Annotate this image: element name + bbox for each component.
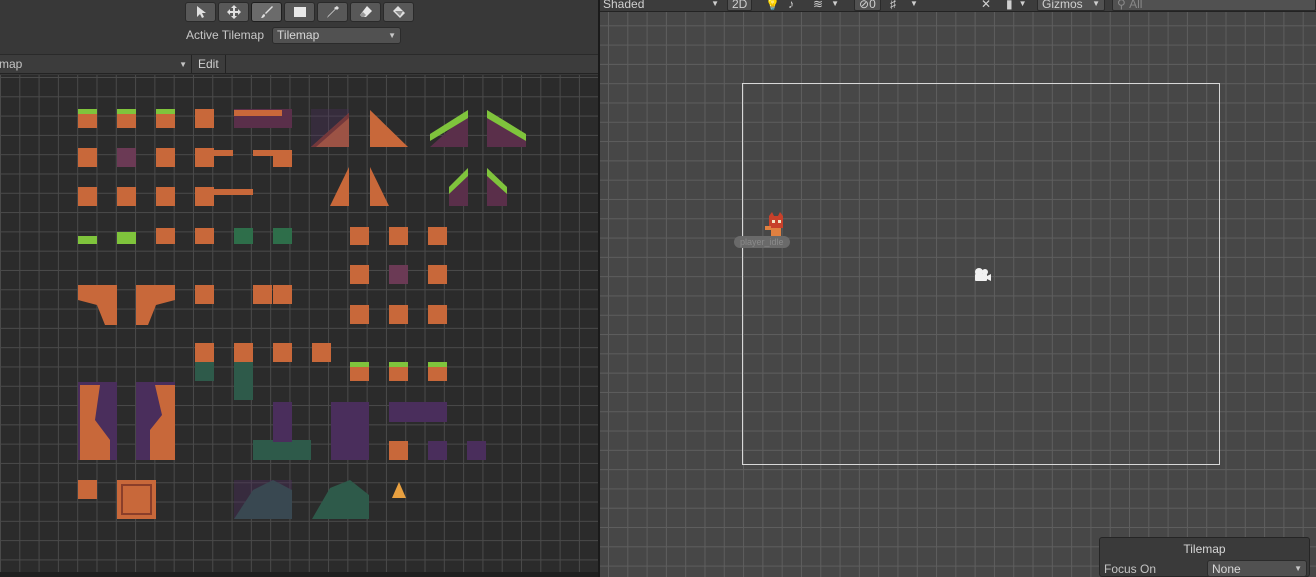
unity-editor: Active Tilemap Tilemap ▼ map ▼ Edit Shad…	[0, 0, 1316, 577]
scene-toolbar: Shaded ▼ 2D 💡 ♪ ≋ ▼ ⊘ 0 ♯ ▼ ✕ ▮ ▼ Gizmos ▼ …	[600, 0, 1316, 12]
palette-name: map	[0, 57, 23, 71]
rect-icon	[293, 7, 306, 17]
audio-toggle[interactable]: ♪	[788, 0, 794, 11]
dirt-tile-group	[78, 148, 507, 206]
chevron-down-icon: ▼	[179, 59, 187, 69]
chevron-down-icon: ▼	[1018, 0, 1027, 8]
tilemap-focus-overlay: Tilemap Focus On None ▼	[1099, 537, 1310, 577]
active-tilemap-row: Active Tilemap Tilemap ▼	[186, 26, 402, 44]
tile-sprites	[78, 109, 526, 519]
toggle-2d-button[interactable]: 2D	[727, 0, 753, 11]
paint-brush-tool-button[interactable]	[251, 2, 282, 22]
focus-on-value: None	[1212, 561, 1241, 576]
fill-tool-button[interactable]	[383, 2, 414, 22]
grid-snap-toggle[interactable]: ♯ ▼	[890, 0, 918, 11]
active-tilemap-label: Active Tilemap	[186, 28, 265, 42]
overlay-title: Tilemap	[1183, 542, 1226, 556]
wrench-icon: ✕	[981, 0, 992, 11]
chevron-down-icon: ▼	[1294, 564, 1302, 573]
move-arrows-icon	[226, 5, 241, 19]
scene-view[interactable]: Shaded ▼ 2D 💡 ♪ ≋ ▼ ⊘ 0 ♯ ▼ ✕ ▮ ▼ Gizmos ▼ …	[600, 0, 1316, 577]
camera-toggle[interactable]: ▮ ▼	[1006, 0, 1027, 11]
tile-palette-panel: Active Tilemap Tilemap ▼ map ▼ Edit	[0, 0, 598, 577]
palette-dropdown[interactable]: map ▼	[0, 55, 192, 73]
active-tilemap-value: Tilemap	[277, 28, 320, 42]
lightbulb-icon: 💡	[765, 0, 780, 11]
layers-icon: ≋	[813, 0, 824, 11]
lighting-toggle[interactable]: 💡	[765, 0, 780, 11]
chevron-down-icon: ▼	[910, 0, 918, 8]
erase-tool-button[interactable]	[350, 2, 381, 22]
chevron-down-icon: ▼	[711, 0, 719, 8]
focus-on-dropdown[interactable]: None ▼	[1207, 560, 1307, 577]
chevron-down-icon: ▼	[831, 0, 839, 8]
eraser-icon	[359, 6, 372, 17]
search-icon: ⚲	[1117, 0, 1126, 11]
effects-toggle[interactable]: ≋ ▼	[813, 0, 839, 11]
picker-tool-button[interactable]	[317, 2, 348, 22]
camera-icon: ▮	[1006, 0, 1013, 11]
search-placeholder: All	[1129, 0, 1143, 11]
bottom-tile-group	[78, 480, 406, 519]
scene-search-input[interactable]: ⚲ All	[1112, 0, 1316, 11]
camera-gizmo[interactable]	[972, 267, 992, 286]
tools-toggle[interactable]: ✕	[981, 0, 991, 11]
cursor-icon	[196, 6, 206, 18]
grass-tile-group	[78, 109, 526, 147]
active-tilemap-dropdown[interactable]: Tilemap ▼	[272, 26, 402, 44]
corner-tile-group	[78, 285, 292, 325]
eyedropper-icon	[326, 6, 339, 18]
palette-toolbar: map ▼ Edit	[0, 54, 598, 74]
box-fill-tool-button[interactable]	[284, 2, 315, 22]
move-tool-button[interactable]	[218, 2, 249, 22]
speaker-icon: ♪	[788, 0, 794, 11]
decor-tile-group	[78, 227, 447, 324]
scene-visibility-toggle[interactable]: ⊘ 0	[854, 0, 881, 11]
shading-mode-dropdown[interactable]: Shaded ▼	[603, 0, 719, 11]
chevron-down-icon: ▼	[1092, 0, 1100, 8]
chevron-down-icon: ▼	[388, 30, 397, 40]
palette-footer	[0, 572, 598, 577]
edit-palette-button[interactable]: Edit	[192, 55, 226, 73]
camera-icon	[975, 268, 991, 281]
tile-palette-grid[interactable]	[0, 75, 598, 572]
grid-icon: ♯	[890, 0, 896, 11]
gizmos-dropdown[interactable]: Gizmos ▼	[1037, 0, 1105, 11]
hidden-count: 0	[869, 0, 876, 11]
fox-icon	[765, 212, 783, 236]
cave-tile-group	[78, 343, 486, 460]
focus-on-row: Focus On None ▼	[1104, 560, 1307, 577]
eye-slash-icon: ⊘	[859, 0, 870, 11]
shading-mode-value: Shaded	[603, 0, 645, 11]
player-label: player_idle	[734, 236, 790, 248]
palette-tool-row	[185, 2, 414, 24]
focus-on-label: Focus On	[1104, 561, 1157, 576]
select-tool-button[interactable]	[185, 2, 216, 22]
bucket-icon	[392, 6, 405, 18]
gizmos-label: Gizmos	[1042, 0, 1083, 11]
brush-icon	[260, 6, 273, 18]
